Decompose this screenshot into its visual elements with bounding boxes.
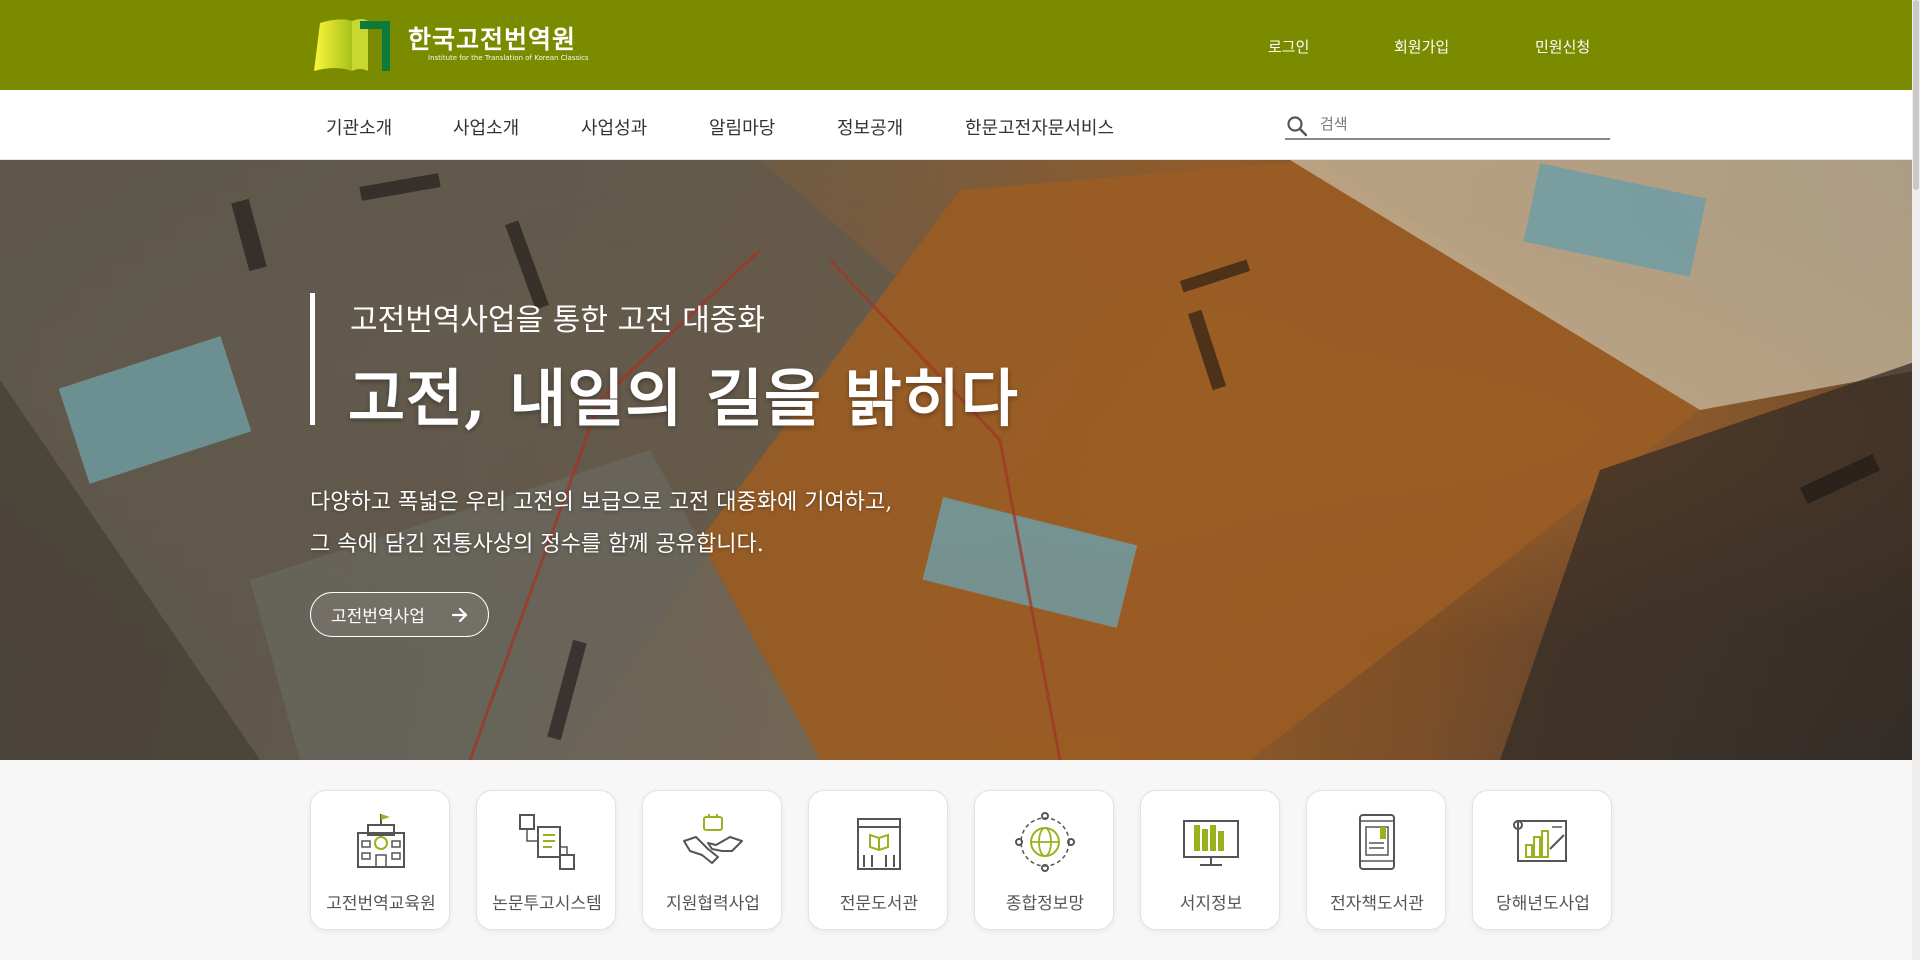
nav-item-notice[interactable]: 알림마당 bbox=[709, 114, 775, 140]
hero-cta-button[interactable]: 고전번역사업 bbox=[310, 592, 489, 637]
quick-menu: 고전번역교육원 논문투고시스템 지원협력사업 전문도서관 종합정보망 서지정보 … bbox=[0, 760, 1920, 960]
logo-title: 한국고전번역원 bbox=[408, 24, 577, 54]
join-link[interactable]: 회원가입 bbox=[1394, 36, 1449, 57]
quick-menu-label: 전문도서관 bbox=[839, 894, 919, 914]
main-navigation: 기관소개 사업소개 사업성과 알림마당 정보공개 한문고전자문서비스 bbox=[0, 90, 1920, 160]
quick-menu-item-paper-submission[interactable]: 논문투고시스템 bbox=[476, 790, 616, 930]
hero-title: 고전, 내일의 길을 밝히다 bbox=[348, 362, 1019, 435]
school-building-icon bbox=[357, 814, 405, 868]
quick-menu-item-education[interactable]: 고전번역교육원 bbox=[310, 790, 450, 930]
quick-menu-item-support-cooperation[interactable]: 지원협력사업 bbox=[642, 790, 782, 930]
site-logo[interactable]: 한국고전번역원 Institute for the Translation of… bbox=[310, 14, 589, 74]
nav-item-about[interactable]: 기관소개 bbox=[326, 114, 392, 140]
hero-kicker: 고전번역사업을 통한 고전 대중화 bbox=[350, 303, 766, 338]
hero-banner: 고전번역사업을 통한 고전 대중화 고전, 내일의 길을 밝히다 다양하고 폭넓… bbox=[0, 160, 1920, 760]
quick-menu-item-annual-projects[interactable]: 당해년도사업 bbox=[1472, 790, 1612, 930]
login-link[interactable]: 로그인 bbox=[1268, 36, 1309, 57]
nav-item-disclosure[interactable]: 정보공개 bbox=[837, 114, 903, 140]
logo-subtitle: Institute for the Translation of Korean … bbox=[428, 53, 589, 62]
tablet-book-icon bbox=[1359, 814, 1395, 870]
hero-description-line-2: 그 속에 담긴 전통사상의 정수를 함께 공유합니다. bbox=[310, 532, 764, 557]
nav-item-consulting[interactable]: 한문고전자문서비스 bbox=[965, 114, 1114, 140]
quick-menu-item-bibliography[interactable]: 서지정보 bbox=[1140, 790, 1280, 930]
civil-petition-link[interactable]: 민원신청 bbox=[1535, 36, 1590, 57]
quick-menu-label: 당해년도사업 bbox=[1496, 894, 1590, 914]
quick-menu-label: 전자책도서관 bbox=[1330, 894, 1424, 914]
document-flow-icon bbox=[519, 814, 575, 870]
handshake-icon bbox=[683, 814, 743, 864]
quick-menu-item-info-network[interactable]: 종합정보망 bbox=[974, 790, 1114, 930]
globe-network-icon bbox=[1015, 812, 1075, 872]
quick-menu-item-library[interactable]: 전문도서관 bbox=[808, 790, 948, 930]
nav-item-business[interactable]: 사업소개 bbox=[453, 114, 519, 140]
hero-accent-bar bbox=[310, 293, 315, 425]
quick-menu-label: 서지정보 bbox=[1179, 894, 1243, 914]
quick-menu-label: 고전번역교육원 bbox=[326, 894, 436, 914]
hero-description-line-1: 다양하고 폭넓은 우리 고전의 보급으로 고전 대중화에 기여하고, bbox=[310, 490, 893, 515]
quick-menu-item-ebook-library[interactable]: 전자책도서관 bbox=[1306, 790, 1446, 930]
top-header-bar: 한국고전번역원 Institute for the Translation of… bbox=[0, 0, 1920, 90]
hero-cta-label: 고전번역사업 bbox=[331, 607, 425, 627]
search-input[interactable] bbox=[1320, 112, 1600, 136]
quick-menu-label: 종합정보망 bbox=[1005, 894, 1085, 914]
quick-menu-label: 논문투고시스템 bbox=[492, 894, 602, 914]
monitor-books-icon bbox=[1183, 820, 1239, 866]
search-box bbox=[1285, 110, 1610, 140]
hero-background-image bbox=[0, 160, 1920, 760]
logo-emblem-icon bbox=[314, 19, 390, 71]
blueprint-chart-icon bbox=[1513, 820, 1567, 862]
library-icon bbox=[857, 818, 901, 870]
page-scrollbar-thumb[interactable] bbox=[1913, 0, 1919, 190]
search-icon[interactable] bbox=[1285, 114, 1309, 138]
arrow-right-icon bbox=[451, 607, 468, 623]
nav-item-results[interactable]: 사업성과 bbox=[581, 114, 647, 140]
quick-menu-label: 지원협력사업 bbox=[666, 894, 760, 914]
